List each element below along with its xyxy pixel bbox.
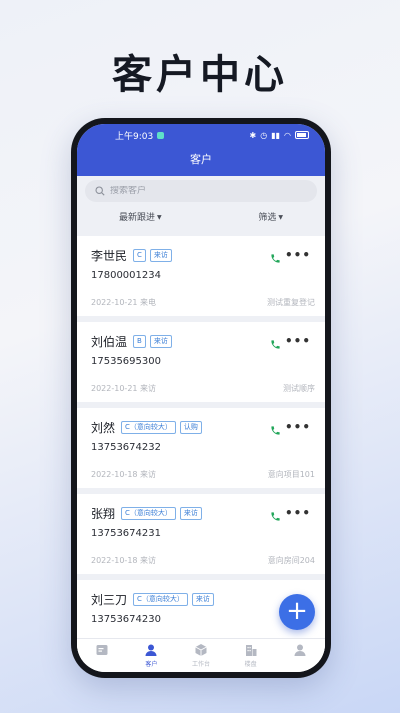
- bluetooth-icon: ✱: [249, 130, 257, 140]
- tab-report[interactable]: [82, 643, 122, 659]
- customer-name: 刘三刀: [91, 592, 128, 607]
- status-time: 上午9:03: [115, 131, 154, 142]
- tab-customer[interactable]: 客户: [131, 643, 171, 668]
- app-bar-title: 客户: [77, 146, 325, 176]
- search-input[interactable]: [110, 186, 290, 196]
- call-icon[interactable]: [270, 421, 281, 440]
- tab-workbench[interactable]: 工作台: [181, 643, 221, 668]
- customer-date-source: 2022-10-21 来访: [91, 384, 157, 393]
- app-screen: 上午9:03 ✱ ◷ ▮▮ ◠ 客户 最新跟进▼ 筛: [77, 124, 325, 672]
- headline: 客户中心: [112, 52, 288, 98]
- add-customer-button[interactable]: +: [279, 594, 315, 630]
- customer-card[interactable]: 刘然 C（意向较大） 认购 ••• 13753674232 2022-10-18…: [77, 408, 325, 488]
- more-icon[interactable]: •••: [285, 248, 311, 262]
- status-icons: ✱ ◷ ▮▮ ◠: [250, 131, 309, 140]
- customer-tag: C（意向较大）: [133, 592, 188, 606]
- phone-frame: 上午9:03 ✱ ◷ ▮▮ ◠ 客户 最新跟进▼ 筛: [71, 118, 331, 678]
- sort-dropdown-label: 最新跟进: [119, 213, 156, 223]
- filter-dropdown[interactable]: 筛选 ▼: [258, 210, 283, 226]
- customer-name: 李世民: [91, 248, 128, 263]
- customer-note: 意向项目101: [267, 470, 315, 479]
- customer-phone: 17535695300: [91, 356, 161, 367]
- customer-tag: C（意向较大）: [121, 506, 176, 520]
- customer-card[interactable]: 张翔 C（意向较大） 来访 ••• 13753674231 2022-10-18…: [77, 494, 325, 574]
- call-icon[interactable]: [270, 507, 281, 526]
- more-icon[interactable]: •••: [285, 506, 311, 520]
- wifi-icon: ◠: [284, 130, 291, 140]
- tab-label: 工作台: [191, 661, 210, 668]
- customer-tag: 来访: [149, 334, 172, 348]
- signal-icon: ▮▮: [271, 130, 281, 140]
- customer-note: 测试顺序: [283, 384, 315, 393]
- customer-note: 意向房间204: [267, 556, 315, 565]
- customer-name: 刘然: [91, 420, 116, 435]
- tab-label: 楼盘: [244, 661, 257, 668]
- tab-property[interactable]: 楼盘: [231, 643, 271, 668]
- customer-tag: 来访: [191, 592, 214, 606]
- customer-date-source: 2022-10-21 来电: [91, 298, 157, 307]
- bottom-tab-bar: 客户 工作台 楼盘: [77, 638, 325, 672]
- battery-icon: [295, 131, 309, 139]
- alarm-icon: ◷: [260, 130, 268, 140]
- customer-note: 测试重复登记: [267, 298, 315, 307]
- person-icon: [145, 644, 157, 656]
- customer-phone: 17800001234: [91, 270, 161, 281]
- status-bar: 上午9:03 ✱ ◷ ▮▮ ◠: [77, 124, 325, 146]
- call-icon[interactable]: [270, 249, 281, 268]
- filter-row: 最新跟进 ▼ 筛选 ▼: [77, 210, 325, 226]
- customer-card[interactable]: 李世民 C 来访 ••• 17800001234 2022-10-21 来电 测…: [77, 236, 325, 316]
- box-icon: [195, 644, 207, 656]
- customer-name: 张翔: [91, 506, 116, 521]
- search-bar[interactable]: [85, 180, 317, 202]
- customer-date-source: 2022-10-18 来访: [91, 470, 157, 479]
- sort-dropdown[interactable]: 最新跟进 ▼: [119, 210, 162, 226]
- filter-dropdown-label: 筛选: [258, 213, 277, 223]
- customer-phone: 13753674231: [91, 528, 161, 539]
- customer-tag: C（意向较大）: [121, 420, 176, 434]
- more-icon[interactable]: •••: [285, 334, 311, 348]
- customer-tag: 来访: [179, 506, 202, 520]
- caret-down-icon: ▼: [157, 214, 162, 221]
- customer-card[interactable]: 刘伯温 B 来访 ••• 17535695300 2022-10-21 来访 测…: [77, 322, 325, 402]
- app-notification-icon: [157, 131, 165, 139]
- tab-label: 客户: [145, 661, 158, 668]
- customer-tag: B: [133, 334, 146, 348]
- building-icon: [245, 645, 257, 656]
- customer-tag: 认购: [179, 420, 202, 434]
- tab-profile[interactable]: [280, 643, 320, 659]
- customer-tag: C: [133, 248, 146, 262]
- more-icon[interactable]: •••: [285, 420, 311, 434]
- customer-name: 刘伯温: [91, 334, 128, 349]
- search-icon: [95, 186, 105, 196]
- report-icon: [96, 645, 108, 655]
- customer-phone: 13753674232: [91, 442, 161, 453]
- customer-tag: 来访: [149, 248, 172, 262]
- customer-date-source: 2022-10-18 来访: [91, 556, 157, 565]
- call-icon[interactable]: [270, 335, 281, 354]
- profile-icon: [294, 644, 306, 656]
- customer-phone: 13753674230: [91, 614, 161, 625]
- caret-down-icon: ▼: [278, 214, 283, 221]
